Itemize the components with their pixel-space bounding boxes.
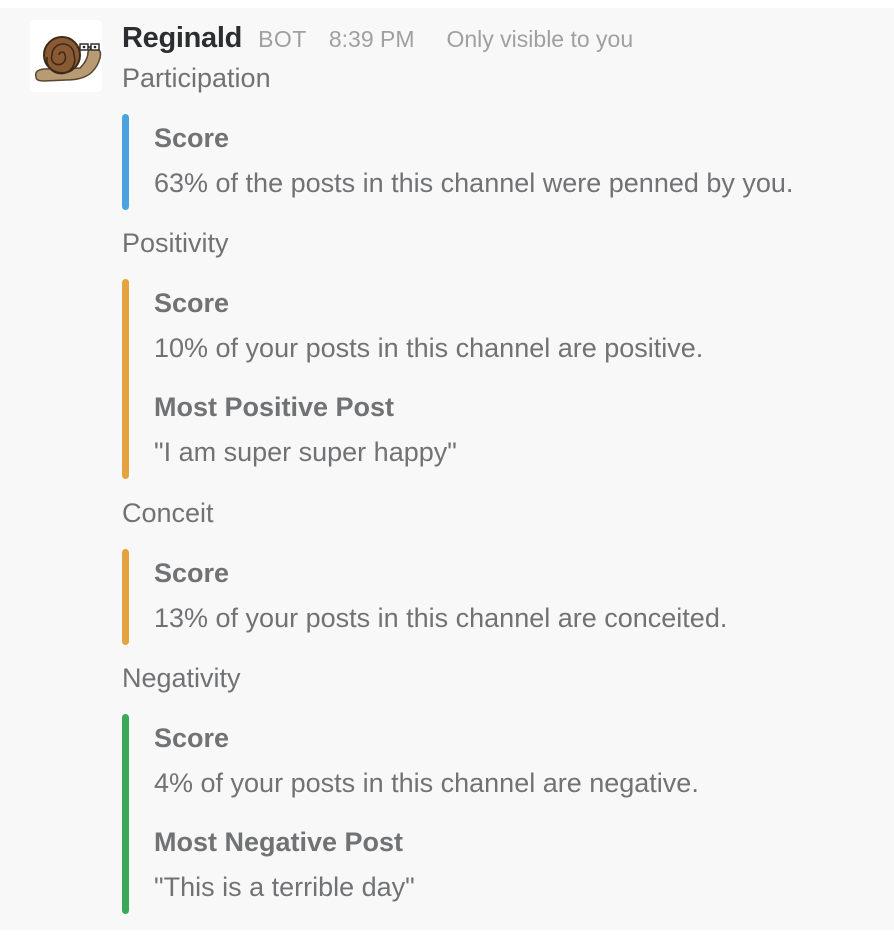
- field-title-score: Score: [154, 123, 230, 153]
- field-title-most-negative-post: Most Negative Post: [154, 827, 404, 857]
- attachment-color-bar: [122, 114, 129, 210]
- message-timestamp[interactable]: 8:39 PM: [329, 26, 415, 53]
- field-title-score: Score: [154, 723, 230, 753]
- field-value-score: 13% of your posts in this channel are co…: [154, 603, 728, 633]
- section-title-conceit: Conceit: [122, 498, 214, 528]
- bot-message: Reginald BOT 8:39 PM Only visible to you…: [0, 8, 894, 930]
- attachment-color-bar: [122, 279, 129, 479]
- bot-avatar[interactable]: [30, 20, 102, 92]
- bot-badge: BOT: [258, 26, 307, 52]
- field-title-score: Score: [154, 288, 230, 318]
- attachment-positivity: Score 10% of your posts in this channel …: [122, 279, 862, 479]
- attachment-color-bar: [122, 714, 129, 914]
- visibility-note: Only visible to you: [446, 26, 634, 52]
- field-title-most-positive-post: Most Positive Post: [154, 392, 395, 422]
- field-title-score: Score: [154, 558, 230, 588]
- field-value-most-negative-post: "This is a terrible day": [154, 872, 415, 902]
- attachment-conceit: Score 13% of your posts in this channel …: [122, 549, 862, 645]
- field-value-most-positive-post: "I am super super happy": [154, 437, 457, 467]
- field-value-score: 4% of your posts in this channel are neg…: [154, 768, 699, 798]
- attachment-participation: Score 63% of the posts in this channel w…: [122, 114, 862, 210]
- attachment-color-bar: [122, 549, 129, 645]
- section-title-participation: Participation: [122, 63, 271, 93]
- field-value-score: 10% of your posts in this channel are po…: [154, 333, 704, 363]
- section-title-negativity: Negativity: [122, 663, 241, 693]
- field-value-score: 63% of the posts in this channel were pe…: [154, 168, 794, 198]
- snail-with-glasses-icon: [34, 36, 102, 82]
- sender-name[interactable]: Reginald: [122, 22, 242, 55]
- message-header: Reginald BOT 8:39 PM Only visible to you: [122, 22, 633, 55]
- attachment-negativity: Score 4% of your posts in this channel a…: [122, 714, 862, 914]
- section-title-positivity: Positivity: [122, 228, 229, 258]
